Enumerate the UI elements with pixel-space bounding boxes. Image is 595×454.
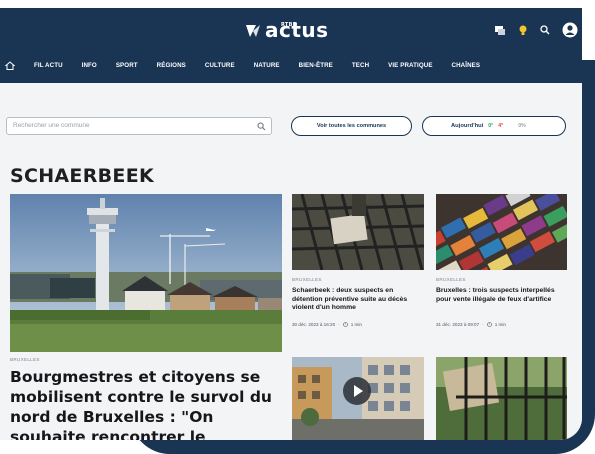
- lightbulb-icon[interactable]: [518, 24, 528, 36]
- article-1-meta: 30 déc. 2023 à 16:20 · 1 min: [292, 322, 362, 327]
- weather-temp-max: 4°: [498, 123, 504, 129]
- nav-item-chaines[interactable]: CHAÎNES: [452, 62, 481, 69]
- article-2-date: 31 déc. 2023 à 09:07: [436, 322, 480, 327]
- main-article-title[interactable]: Bourgmestres et citoyens se mobilisent c…: [10, 367, 282, 440]
- article-1-read-time: 1 min: [350, 322, 362, 327]
- article-2-meta: 31 déc. 2023 à 09:07 · 1 min: [436, 322, 506, 327]
- search-placeholder: Rechercher une commune: [13, 122, 90, 129]
- nav-item-nature[interactable]: NATURE: [254, 62, 280, 69]
- header-actions: [494, 22, 578, 38]
- main-article-image[interactable]: [10, 194, 282, 352]
- main-nav: FIL ACTU INFO SPORT RÉGIONS CULTURE NATU…: [0, 54, 582, 76]
- logo-mark-icon: [246, 25, 260, 37]
- article-4-thumbnail[interactable]: [436, 357, 567, 440]
- weather-label: Aujourd'hui: [451, 123, 484, 129]
- search-icon[interactable]: [257, 122, 266, 131]
- logo-wordmark: RTBF actus: [265, 20, 329, 40]
- logo-top-label: RTBF: [281, 22, 297, 28]
- nav-item-vie-pratique[interactable]: VIE PRATIQUE: [388, 62, 432, 69]
- page-content: Rechercher une commune Voir toutes les c…: [0, 83, 582, 440]
- browser-page: RTBF actus FIL ACTU INFO SPORT RÉGIONS C…: [0, 8, 582, 440]
- header-bar: RTBF actus FIL ACTU INFO SPORT RÉGIONS C…: [0, 8, 582, 83]
- article-1-title[interactable]: Schaerbeek : deux suspects en détention …: [292, 287, 424, 313]
- article-2-title[interactable]: Bruxelles : trois suspects interpellés p…: [436, 287, 567, 304]
- nav-item-bien-etre[interactable]: BIEN-ÊTRE: [299, 62, 333, 69]
- page-title: SCHAERBEEK: [10, 165, 155, 187]
- toggle-theme-icon[interactable]: [494, 24, 506, 36]
- prison-bars-photo: [292, 194, 424, 270]
- main-article-category[interactable]: BRUXELLES: [10, 357, 40, 362]
- user-icon[interactable]: [562, 22, 578, 38]
- article-1-category[interactable]: BRUXELLES: [292, 277, 322, 282]
- commune-search-input[interactable]: Rechercher une commune: [6, 117, 272, 135]
- weather-temp-min: 0°: [488, 123, 494, 129]
- nav-item-sport[interactable]: SPORT: [116, 62, 138, 69]
- meta-separator: ·: [482, 322, 484, 327]
- article-1-date: 30 déc. 2023 à 16:20: [292, 322, 336, 327]
- article-2-category[interactable]: BRUXELLES: [436, 277, 466, 282]
- clock-icon: [486, 322, 492, 327]
- nav-item-fil-actu[interactable]: FIL ACTU: [34, 62, 63, 69]
- fireworks-photo: [436, 194, 567, 270]
- clock-icon: [342, 322, 348, 327]
- article-3-thumbnail[interactable]: [292, 357, 424, 440]
- nav-item-tech[interactable]: TECH: [352, 62, 369, 69]
- nav-item-culture[interactable]: CULTURE: [205, 62, 235, 69]
- fence-photo: [436, 357, 567, 440]
- nav-item-regions[interactable]: RÉGIONS: [157, 62, 186, 69]
- nav-item-info[interactable]: INFO: [82, 62, 97, 69]
- meta-separator: ·: [338, 322, 340, 327]
- article-1-thumbnail[interactable]: [292, 194, 424, 270]
- all-communes-button[interactable]: Voir toutes les communes: [291, 116, 412, 136]
- home-icon[interactable]: [2, 60, 18, 70]
- article-2-read-time: 1 min: [494, 322, 506, 327]
- logo-main-label: actus: [265, 18, 329, 42]
- play-icon[interactable]: [342, 376, 372, 406]
- site-logo[interactable]: RTBF actus: [245, 20, 329, 40]
- airport-tower-photo: [10, 194, 282, 352]
- weather-extra: 0%: [518, 123, 526, 129]
- weather-button[interactable]: Aujourd'hui 0° 4° 0%: [422, 116, 566, 136]
- article-2-thumbnail[interactable]: [436, 194, 567, 270]
- search-icon[interactable]: [540, 25, 550, 35]
